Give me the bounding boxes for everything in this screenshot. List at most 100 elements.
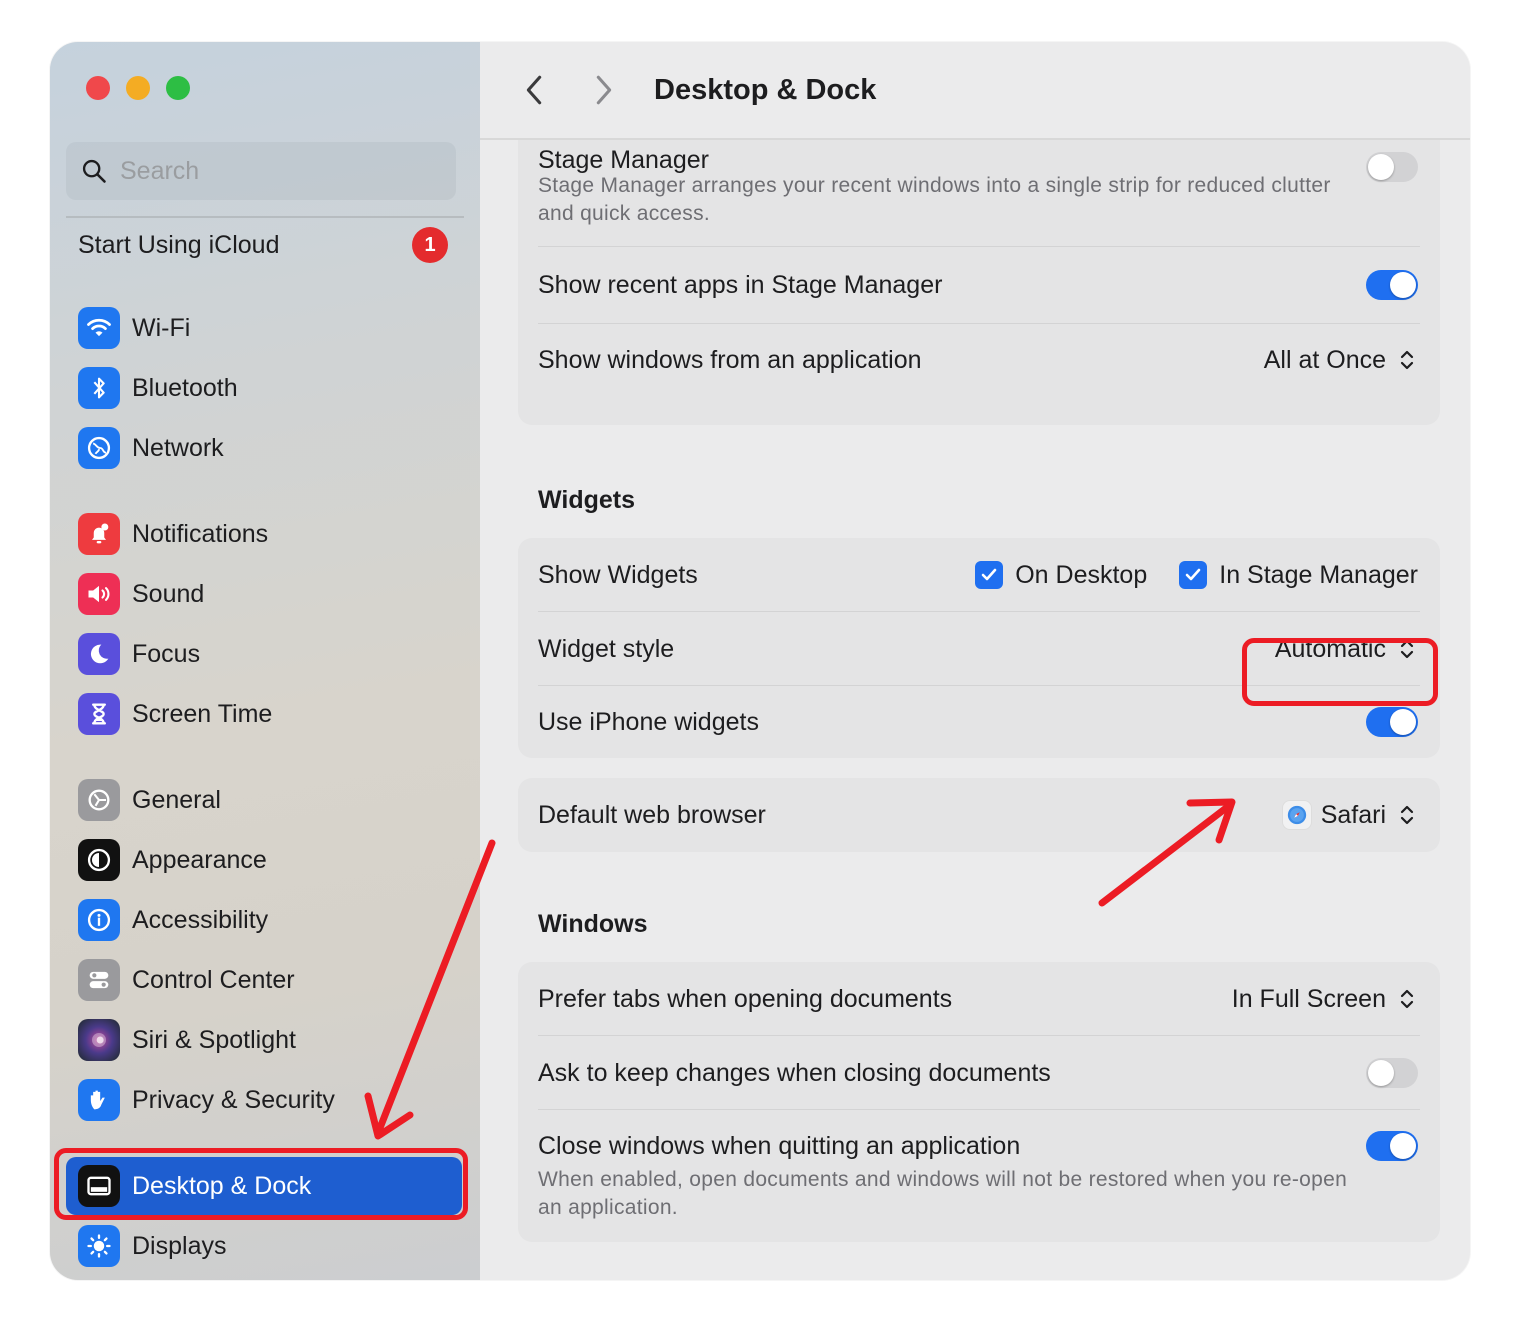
sidebar-item-network[interactable]: Network: [66, 419, 462, 477]
system-settings-window: Start Using iCloud 1 Wi-Fi Bluetooth Net…: [50, 42, 1470, 1280]
stage-manager-group: Stage Manager Stage Manager arranges you…: [518, 140, 1440, 425]
sidebar-item-accessibility[interactable]: Accessibility: [66, 891, 462, 949]
sidebar-item-label: Wi-Fi: [132, 313, 191, 342]
control-center-icon: [78, 959, 120, 1001]
show-windows-popup[interactable]: All at Once: [1264, 346, 1418, 375]
window-controls: [86, 76, 190, 100]
sidebar-item-icloud[interactable]: Start Using iCloud 1: [78, 224, 448, 266]
prefer-tabs-row: Prefer tabs when opening documents In Fu…: [518, 962, 1440, 1036]
appearance-icon: [78, 839, 120, 881]
hourglass-icon: [78, 693, 120, 735]
speaker-icon: [78, 573, 120, 615]
ask-keep-changes-toggle[interactable]: [1366, 1058, 1418, 1088]
close-windows-row: Close windows when quitting an applicati…: [518, 1128, 1440, 1164]
bluetooth-icon: [78, 367, 120, 409]
show-recent-apps-label: Show recent apps in Stage Manager: [538, 270, 943, 299]
back-button[interactable]: [514, 70, 554, 110]
sidebar-item-label: General: [132, 785, 221, 814]
widget-style-row: Widget style Automatic: [518, 612, 1440, 686]
iphone-widgets-row: Use iPhone widgets: [518, 686, 1440, 758]
sidebar-item-displays[interactable]: Displays: [66, 1217, 462, 1275]
forward-button[interactable]: [584, 70, 624, 110]
notification-badge: 1: [412, 227, 448, 263]
main-pane: Desktop & Dock Stage Manager Stage Manag…: [480, 42, 1470, 1280]
sidebar-item-appearance[interactable]: Appearance: [66, 831, 462, 889]
in-stage-manager-label: In Stage Manager: [1219, 560, 1418, 589]
default-browser-group: Default web browser Safari: [518, 778, 1440, 852]
sidebar-item-sound[interactable]: Sound: [66, 565, 462, 623]
close-button[interactable]: [86, 76, 110, 100]
sidebar-item-siri-spotlight[interactable]: Siri & Spotlight: [66, 1011, 462, 1069]
on-desktop-label: On Desktop: [1015, 560, 1148, 589]
show-recent-apps-row: Show recent apps in Stage Manager: [518, 250, 1440, 320]
chevron-updown-icon: [1396, 635, 1418, 663]
default-browser-popup[interactable]: Safari: [1282, 800, 1418, 830]
default-browser-value: Safari: [1320, 800, 1386, 829]
chevron-updown-icon: [1396, 985, 1418, 1013]
search-icon: [82, 159, 106, 183]
bell-icon: [78, 513, 120, 555]
default-browser-row: Default web browser Safari: [518, 778, 1440, 852]
sidebar-item-label: Privacy & Security: [132, 1085, 335, 1114]
prefer-tabs-label: Prefer tabs when opening documents: [538, 984, 953, 1013]
sidebar-item-general[interactable]: General: [66, 771, 462, 829]
ask-keep-changes-label: Ask to keep changes when closing documen…: [538, 1058, 1051, 1087]
sidebar-item-label: Screen Time: [132, 699, 273, 728]
sidebar-item-label: Displays: [132, 1231, 227, 1260]
checkmark-icon: [975, 561, 1004, 589]
sidebar-item-label: Appearance: [132, 845, 267, 874]
row-separator: [538, 1109, 1420, 1110]
sidebar-divider: [66, 216, 464, 218]
sidebar-item-bluetooth[interactable]: Bluetooth: [66, 359, 462, 417]
sidebar-item-screen-time[interactable]: Screen Time: [66, 685, 462, 743]
sidebar-item-label: Notifications: [132, 519, 269, 548]
sidebar-item-label: Focus: [132, 639, 201, 668]
page-title: Desktop & Dock: [654, 73, 877, 106]
widget-style-value: Automatic: [1274, 634, 1386, 663]
settings-content[interactable]: Stage Manager Stage Manager arranges you…: [480, 140, 1470, 1280]
search-field[interactable]: [66, 142, 456, 200]
prefer-tabs-popup[interactable]: In Full Screen: [1232, 985, 1418, 1014]
show-recent-apps-toggle[interactable]: [1366, 270, 1418, 300]
on-desktop-checkbox[interactable]: On Desktop: [975, 561, 1147, 590]
chevron-updown-icon: [1396, 346, 1418, 374]
stage-manager-label: Stage Manager: [538, 146, 709, 174]
globe-icon: [78, 427, 120, 469]
close-windows-toggle[interactable]: [1366, 1131, 1418, 1161]
show-widgets-row: Show Widgets On Desktop In Stage Manager: [518, 538, 1440, 612]
iphone-widgets-toggle[interactable]: [1366, 707, 1418, 737]
chevron-left-icon: [526, 75, 542, 105]
show-windows-label: Show windows from an application: [538, 345, 922, 374]
sidebar-item-label: Control Center: [132, 965, 295, 994]
widget-style-label: Widget style: [538, 634, 675, 663]
icloud-label: Start Using iCloud: [78, 230, 280, 259]
minimize-button[interactable]: [126, 76, 150, 100]
moon-icon: [78, 633, 120, 675]
sidebar-item-label: Desktop & Dock: [132, 1171, 312, 1200]
sidebar-item-label: Accessibility: [132, 905, 269, 934]
windows-group: Prefer tabs when opening documents In Fu…: [518, 962, 1440, 1242]
sidebar-item-wifi[interactable]: Wi-Fi: [66, 299, 462, 357]
sidebar-item-label: Sound: [132, 579, 205, 608]
in-stage-manager-checkbox[interactable]: In Stage Manager: [1179, 561, 1418, 590]
sidebar-item-control-center[interactable]: Control Center: [66, 951, 462, 1009]
sidebar-item-label: Siri & Spotlight: [132, 1025, 296, 1054]
row-separator: [538, 246, 1420, 247]
iphone-widgets-label: Use iPhone widgets: [538, 707, 759, 736]
checkmark-icon: [1179, 561, 1208, 589]
widget-style-popup[interactable]: Automatic: [1275, 635, 1418, 664]
prefer-tabs-value: In Full Screen: [1231, 984, 1386, 1013]
maximize-button[interactable]: [166, 76, 190, 100]
hand-icon: [78, 1079, 120, 1121]
windows-section-title: Windows: [538, 910, 648, 938]
sidebar-item-desktop-dock[interactable]: Desktop & Dock: [66, 1157, 462, 1215]
sidebar-item-focus[interactable]: Focus: [66, 625, 462, 683]
close-windows-label: Close windows when quitting an applicati…: [538, 1131, 1021, 1160]
search-input[interactable]: [120, 156, 420, 186]
stage-manager-toggle[interactable]: [1366, 152, 1418, 182]
sidebar-item-privacy-security[interactable]: Privacy & Security: [66, 1071, 462, 1129]
show-widgets-label: Show Widgets: [538, 560, 698, 589]
sidebar-item-label: Bluetooth: [132, 373, 238, 402]
safari-icon: [1282, 801, 1311, 829]
sidebar-item-notifications[interactable]: Notifications: [66, 505, 462, 563]
